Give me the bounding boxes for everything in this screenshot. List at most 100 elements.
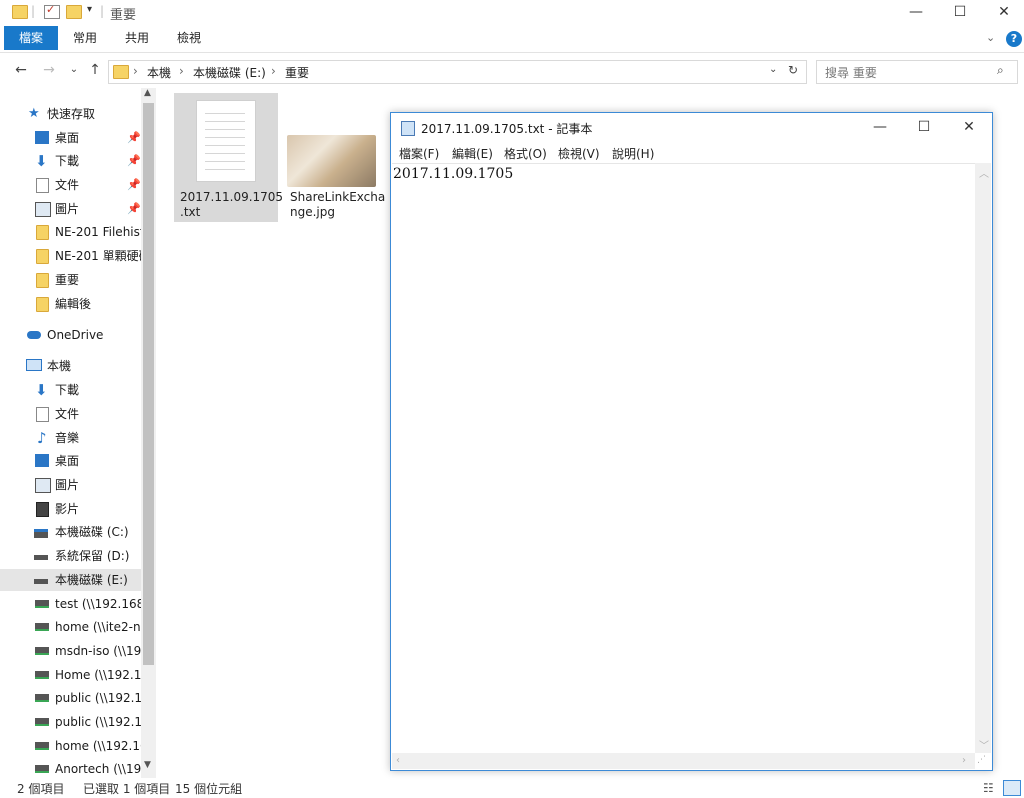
image-thumbnail[interactable]	[287, 135, 376, 187]
sidebar-item-desktop[interactable]: 桌面 📌	[0, 127, 141, 149]
sidebar-item-folder[interactable]: 重要	[0, 269, 141, 291]
pin-icon[interactable]: 📌	[127, 174, 141, 196]
menu-view[interactable]: 檢視(V)	[558, 145, 600, 162]
sidebar-item-downloads[interactable]: ⬇ 下載 📌	[0, 150, 141, 172]
sidebar-item-network-drive[interactable]: home (\\192.16	[0, 735, 141, 757]
tab-home[interactable]: 常用	[60, 26, 110, 50]
sidebar-item-network-drive[interactable]: Anortech (\\192	[0, 758, 141, 780]
scroll-up-icon[interactable]: ︿	[979, 165, 989, 180]
resize-grip-icon[interactable]: ⋰	[977, 755, 986, 765]
breadcrumb-this-pc[interactable]: 本機	[147, 64, 171, 81]
network-drive-icon	[35, 671, 49, 679]
file-name-jpg-line1: ShareLinkExcha	[290, 190, 386, 204]
sidebar-item-network-drive[interactable]: public (\\192.16	[0, 687, 141, 709]
explorer-title-bar: | ✓ ▾ | 重要 — ☐ ✕	[0, 0, 1024, 26]
scroll-down-icon[interactable]: ▼	[144, 760, 151, 770]
notepad-close-button[interactable]: ✕	[946, 115, 992, 141]
breadcrumb-drive-e[interactable]: 本機磁碟 (E:)	[193, 64, 266, 81]
sidebar-item-pictures[interactable]: 圖片	[0, 474, 141, 496]
details-view-icon[interactable]: ☷	[983, 781, 994, 795]
sidebar-scrollbar-thumb[interactable]	[143, 103, 154, 665]
folder-icon	[113, 65, 129, 79]
sidebar-item-this-pc[interactable]: 本機	[0, 355, 141, 377]
status-selected: 已選取 1 個項目	[83, 782, 171, 796]
customize-arrow-icon[interactable]: ▾	[87, 4, 92, 15]
search-icon[interactable]: ⌕	[997, 63, 1004, 78]
search-box[interactable]: 搜尋 重要 ⌕	[816, 60, 1018, 84]
properties-check-icon[interactable]: ✓	[44, 3, 60, 19]
pin-icon[interactable]: 📌	[127, 150, 141, 172]
status-size: 15 個位元組	[175, 782, 243, 796]
up-arrow-icon[interactable]: ↑	[86, 60, 104, 80]
breadcrumb-current[interactable]: 重要	[285, 64, 309, 81]
sidebar-item-network-drive[interactable]: test (\\192.168.	[0, 593, 141, 615]
maximize-button[interactable]: ☐	[937, 0, 983, 26]
sidebar-item-network-drive[interactable]: home (\\ite2-na	[0, 616, 141, 638]
new-folder-icon[interactable]	[66, 5, 82, 19]
close-button[interactable]: ✕	[981, 0, 1024, 26]
recent-dropdown-icon[interactable]: ⌄	[65, 60, 83, 80]
notepad-window: 2017.11.09.1705.txt - 記事本 — ☐ ✕ 檔案(F) 編輯…	[390, 112, 993, 771]
sidebar-item-network-drive[interactable]: Home (\\192.16	[0, 664, 141, 686]
address-bar[interactable]: › 本機 › 本機磁碟 (E:) › 重要 ⌄ ↻	[108, 60, 807, 84]
file-name-txt-line1: 2017.11.09.1705	[180, 190, 284, 204]
drive-icon	[34, 555, 48, 560]
sidebar-item-folder[interactable]: NE-201 單顆硬碟	[0, 245, 141, 267]
tab-file[interactable]: 檔案	[4, 26, 58, 50]
notepad-text-area[interactable]: 2017.11.09.1705	[392, 163, 975, 754]
refresh-icon[interactable]: ↻	[788, 63, 798, 77]
pin-icon[interactable]: 📌	[127, 198, 141, 220]
sidebar-item-downloads[interactable]: ⬇ 下載	[0, 379, 141, 401]
back-arrow-icon[interactable]: ←	[12, 60, 30, 80]
sidebar-item-pictures[interactable]: 圖片 📌	[0, 198, 141, 220]
notepad-horizontal-scrollbar[interactable]: ‹ ›	[392, 753, 975, 769]
file-name-jpg-line2: nge.jpg	[290, 205, 335, 219]
documents-icon	[36, 407, 49, 422]
help-icon[interactable]: ?	[1006, 31, 1022, 47]
sidebar-item-drive-c[interactable]: 本機磁碟 (C:)	[0, 521, 141, 543]
menu-help[interactable]: 說明(H)	[612, 145, 654, 162]
scroll-right-icon[interactable]: ›	[962, 755, 966, 766]
download-icon: ⬇	[35, 152, 48, 170]
network-drive-icon	[35, 623, 49, 631]
tab-view[interactable]: 檢視	[164, 26, 214, 50]
sidebar-item-drive-e[interactable]: 本機磁碟 (E:)	[0, 569, 141, 591]
sidebar-item-folder[interactable]: 編輯後	[0, 293, 141, 315]
status-bar: 2 個項目 已選取 1 個項目 15 個位元組 ☷	[0, 778, 1024, 798]
notepad-vertical-scrollbar[interactable]: ︿ ﹀	[975, 163, 991, 753]
menu-file[interactable]: 檔案(F)	[399, 145, 439, 162]
sidebar-item-drive-d[interactable]: 系統保留 (D:)	[0, 545, 141, 567]
minimize-button[interactable]: —	[893, 0, 939, 26]
sidebar-item-quick-access[interactable]: ★ 快速存取	[0, 103, 141, 125]
menu-edit[interactable]: 編輯(E)	[452, 145, 493, 162]
sidebar-item-documents[interactable]: 文件 📌	[0, 174, 141, 196]
sidebar-item-onedrive[interactable]: OneDrive	[0, 324, 141, 346]
network-drive-icon	[35, 600, 49, 608]
forward-arrow-icon[interactable]: →	[40, 60, 58, 80]
tab-share[interactable]: 共用	[112, 26, 162, 50]
music-icon: ♪	[37, 429, 47, 447]
sidebar-item-folder[interactable]: NE-201 Filehistory	[0, 221, 141, 243]
menu-format[interactable]: 格式(O)	[504, 145, 547, 162]
address-dropdown-icon[interactable]: ⌄	[769, 64, 777, 75]
search-input[interactable]: 搜尋 重要	[825, 64, 877, 81]
sidebar-item-network-drive[interactable]: msdn-iso (\\192	[0, 640, 141, 662]
notepad-maximize-button[interactable]: ☐	[901, 115, 947, 141]
sidebar-item-documents[interactable]: 文件	[0, 403, 141, 425]
sidebar-item-network-drive[interactable]: public (\\192.16	[0, 711, 141, 733]
network-drive-icon	[35, 647, 49, 655]
scroll-up-icon[interactable]: ▲	[144, 88, 151, 98]
notepad-app-icon	[401, 121, 415, 136]
sidebar-item-desktop[interactable]: 桌面	[0, 450, 141, 472]
pin-icon[interactable]: 📌	[127, 127, 141, 149]
sidebar-item-music[interactable]: ♪ 音樂	[0, 427, 141, 449]
windows-drive-icon	[34, 529, 48, 538]
scroll-left-icon[interactable]: ‹	[396, 755, 400, 766]
text-file-icon	[196, 100, 256, 182]
ribbon-expand-icon[interactable]: ⌄	[986, 31, 995, 44]
sidebar-item-videos[interactable]: 影片	[0, 498, 141, 520]
large-icons-view-icon[interactable]	[1003, 780, 1021, 796]
scroll-down-icon[interactable]: ﹀	[979, 737, 989, 752]
notepad-menu-bar: 檔案(F) 編輯(E) 格式(O) 檢視(V) 說明(H)	[391, 143, 992, 163]
notepad-minimize-button[interactable]: —	[857, 115, 903, 141]
